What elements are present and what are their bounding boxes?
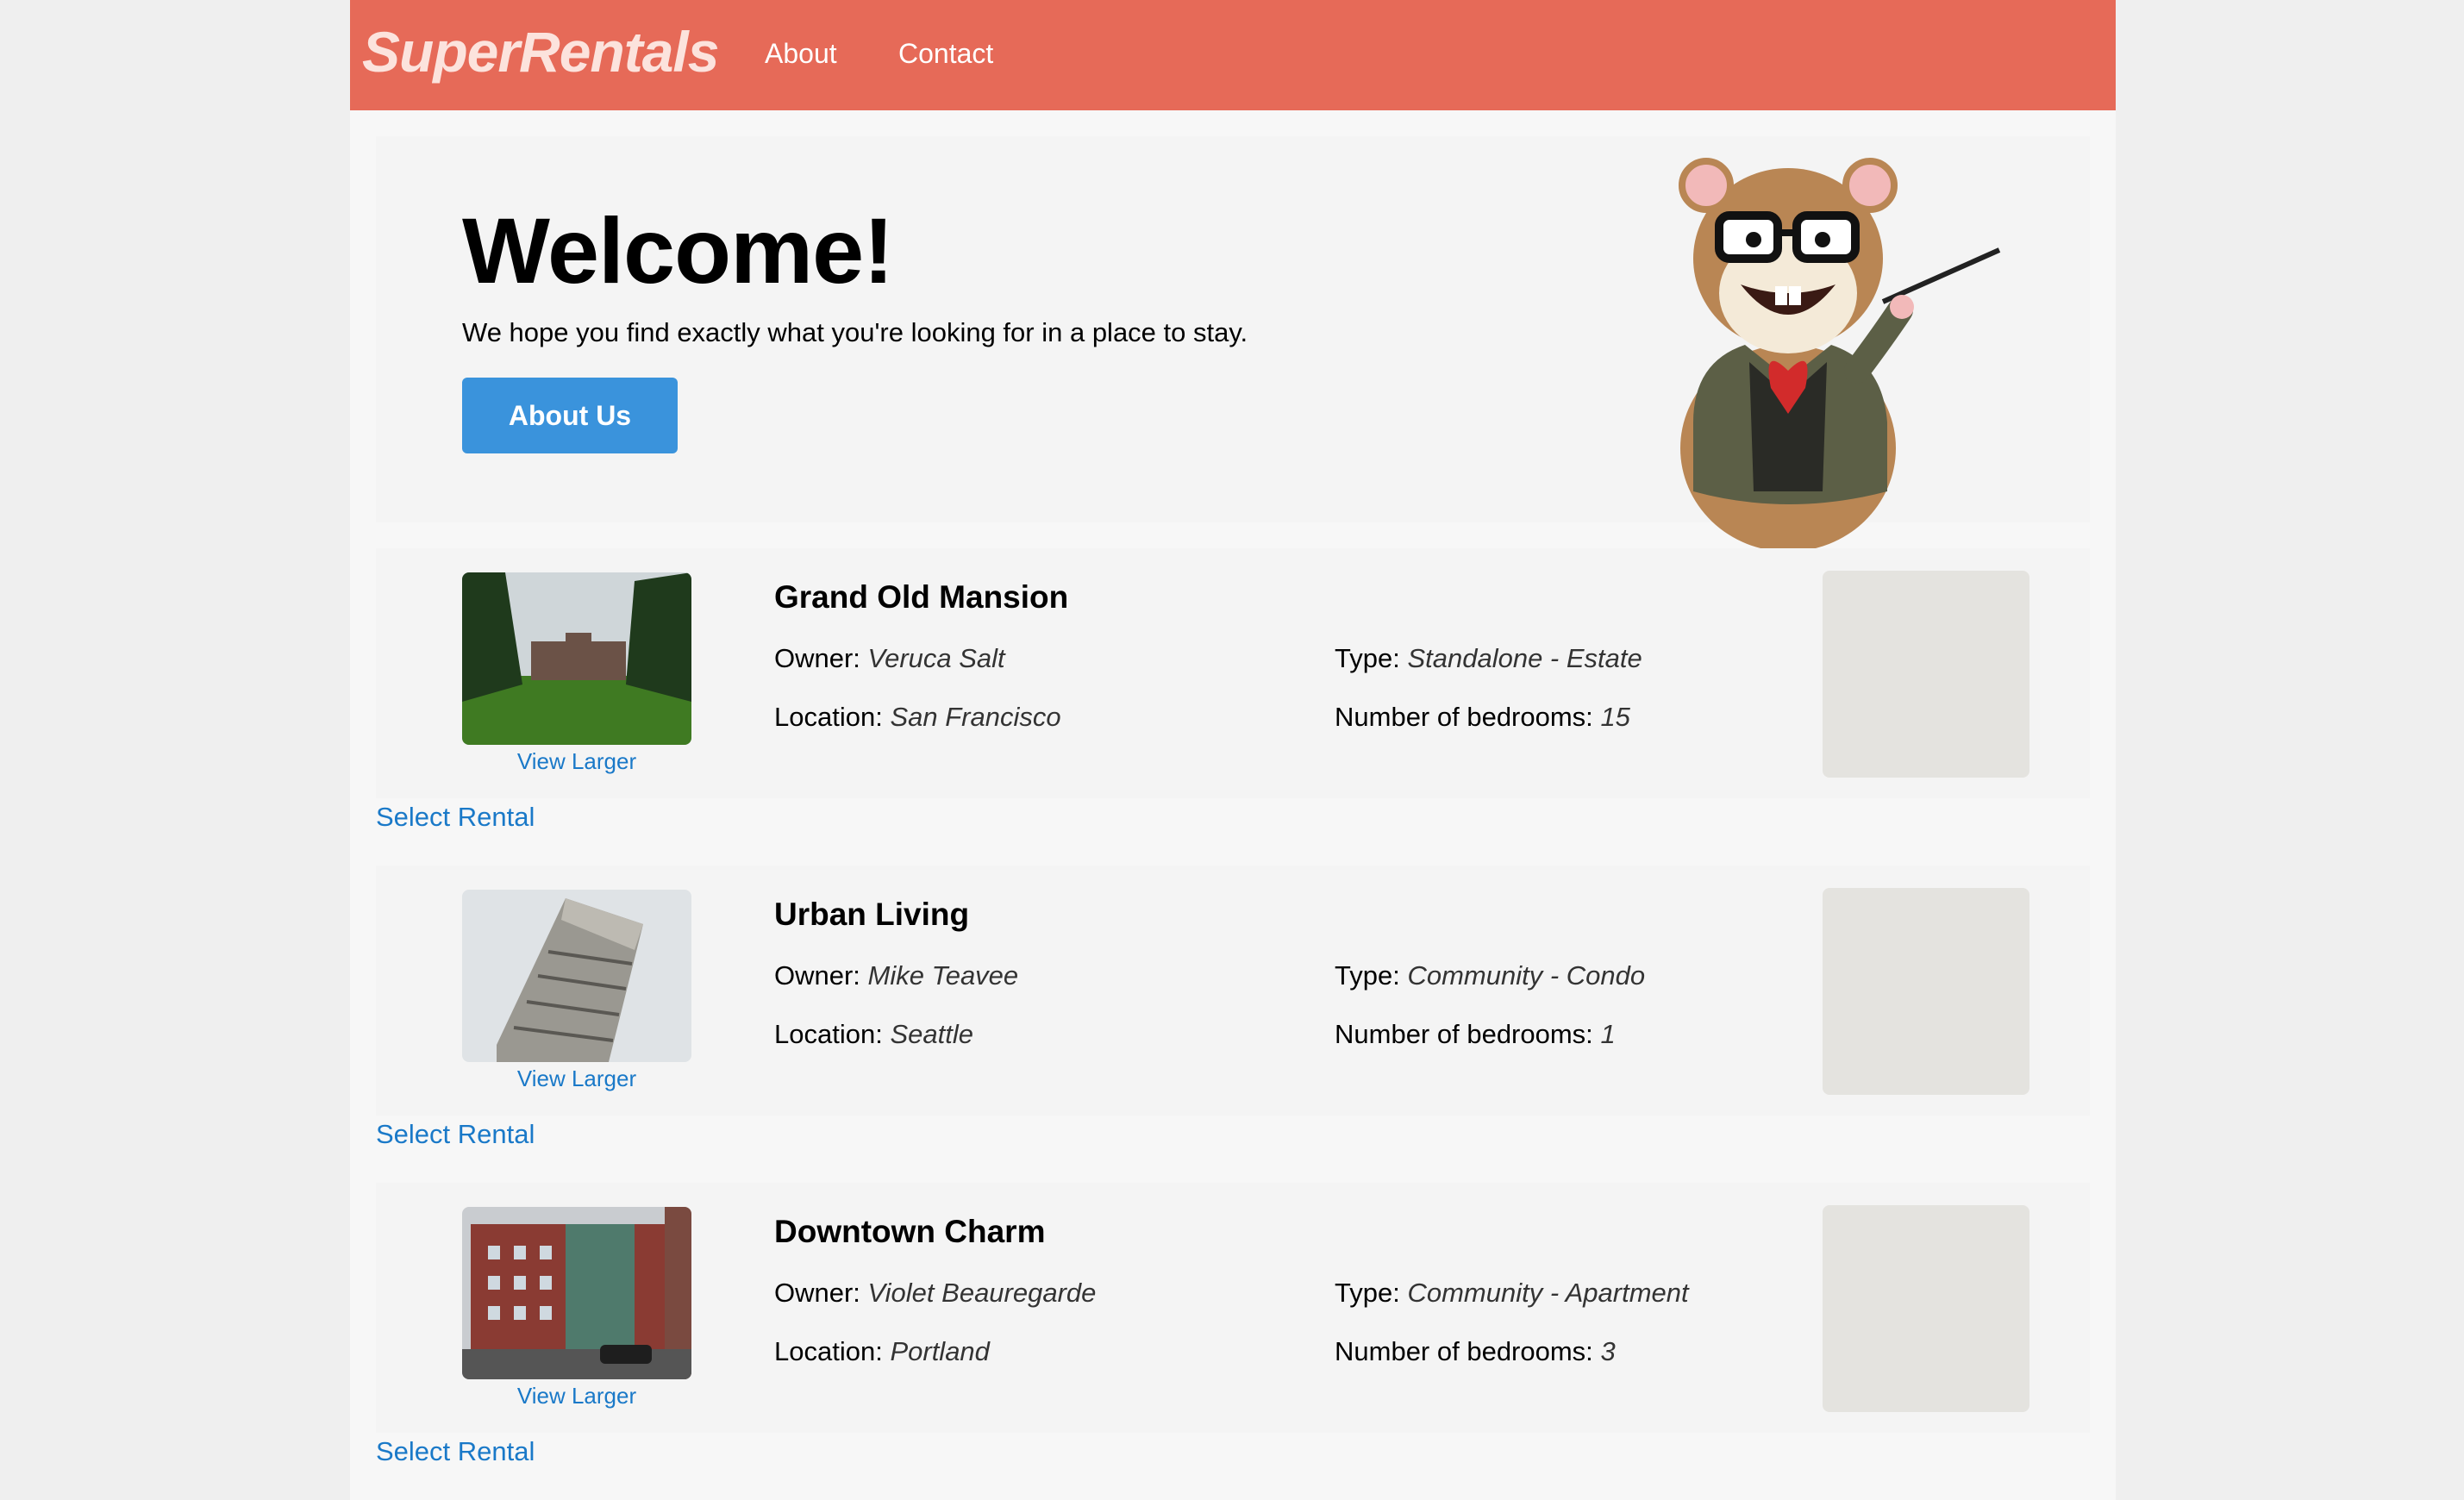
welcome-heading: Welcome! [462, 198, 894, 303]
rental-type: Type: Community - Condo [1335, 960, 1645, 991]
bedrooms-value: 15 [1600, 702, 1630, 732]
owner-label: Owner: [774, 643, 860, 673]
rental-location: Location: Portland [774, 1336, 990, 1367]
rental-card: View Larger Urban Living Owner: Mike Tea… [376, 866, 2090, 1116]
nav-link-about[interactable]: About [765, 38, 837, 70]
view-larger-link[interactable]: View Larger [462, 1383, 691, 1409]
rental-card: View Larger Grand Old Mansion Owner: Ver… [376, 548, 2090, 798]
rental-map-placeholder [1823, 1205, 2029, 1412]
brand-logo[interactable]: SuperRentals [362, 19, 719, 84]
rental-card: View Larger Downtown Charm Owner: Violet… [376, 1183, 2090, 1433]
rental-location: Location: San Francisco [774, 702, 1061, 733]
nav-link-contact[interactable]: Contact [898, 38, 993, 70]
bedrooms-label: Number of bedrooms: [1335, 1336, 1593, 1366]
rental-photo[interactable] [462, 890, 691, 1062]
rental-title: Grand Old Mansion [774, 579, 1069, 615]
location-label: Location: [774, 1019, 883, 1049]
select-rental-link[interactable]: Select Rental [376, 1436, 535, 1467]
type-value: Community - Apartment [1407, 1278, 1689, 1308]
rental-type: Type: Standalone - Estate [1335, 643, 1642, 674]
location-label: Location: [774, 1336, 883, 1366]
select-rental-link[interactable]: Select Rental [376, 802, 535, 833]
type-label: Type: [1335, 1278, 1400, 1308]
rental-bedrooms: Number of bedrooms: 1 [1335, 1019, 1616, 1050]
rental-location: Location: Seattle [774, 1019, 973, 1050]
owner-value: Mike Teavee [867, 960, 1019, 991]
location-value: San Francisco [890, 702, 1061, 732]
location-value: Seattle [890, 1019, 973, 1049]
location-value: Portland [890, 1336, 990, 1366]
bedrooms-label: Number of bedrooms: [1335, 1019, 1593, 1049]
view-larger-link[interactable]: View Larger [462, 748, 691, 775]
type-label: Type: [1335, 643, 1400, 673]
rental-map-placeholder [1823, 571, 2029, 778]
hamster-mascot-illustration [1679, 158, 2001, 552]
type-value: Community - Condo [1407, 960, 1646, 991]
bedrooms-label: Number of bedrooms: [1335, 702, 1593, 732]
rental-bedrooms: Number of bedrooms: 15 [1335, 702, 1630, 733]
bedrooms-value: 3 [1600, 1336, 1616, 1366]
type-value: Standalone - Estate [1407, 643, 1642, 673]
rental-owner: Owner: Violet Beauregarde [774, 1278, 1096, 1309]
rental-map-placeholder [1823, 888, 2029, 1095]
bedrooms-value: 1 [1600, 1019, 1616, 1049]
select-rental-link[interactable]: Select Rental [376, 1119, 535, 1150]
location-label: Location: [774, 702, 883, 732]
rental-title: Urban Living [774, 897, 970, 932]
view-larger-link[interactable]: View Larger [462, 1066, 691, 1092]
rental-owner: Owner: Veruca Salt [774, 643, 1005, 674]
owner-label: Owner: [774, 1278, 860, 1308]
owner-value: Veruca Salt [867, 643, 1005, 673]
owner-value: Violet Beauregarde [867, 1278, 1097, 1308]
owner-label: Owner: [774, 960, 860, 991]
app-container: SuperRentals About Contact Welcome! We h… [350, 0, 2116, 1500]
rental-photo[interactable] [462, 1207, 691, 1379]
rental-title: Downtown Charm [774, 1214, 1046, 1249]
rental-type: Type: Community - Apartment [1335, 1278, 1689, 1309]
rental-owner: Owner: Mike Teavee [774, 960, 1018, 991]
rental-bedrooms: Number of bedrooms: 3 [1335, 1336, 1616, 1367]
welcome-subtext: We hope you find exactly what you're loo… [462, 317, 1248, 347]
type-label: Type: [1335, 960, 1400, 991]
rental-photo[interactable] [462, 572, 691, 745]
about-us-button[interactable]: About Us [462, 378, 678, 453]
